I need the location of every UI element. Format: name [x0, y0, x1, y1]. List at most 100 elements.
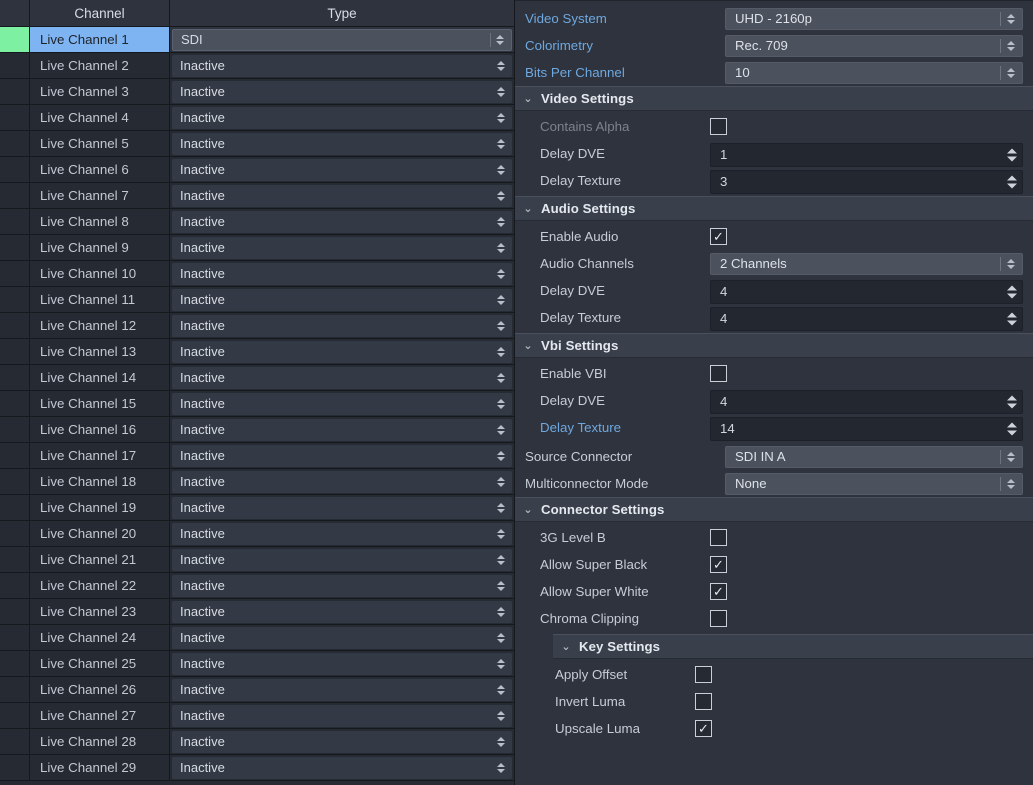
channel-name-cell[interactable]: Live Channel 2	[30, 53, 170, 78]
table-row[interactable]: Live Channel 21 Inactive	[0, 547, 514, 573]
table-row[interactable]: Live Channel 1 SDI	[0, 27, 514, 53]
channel-type-dropdown[interactable]: Inactive	[172, 210, 512, 233]
channel-type-dropdown[interactable]: Inactive	[172, 288, 512, 311]
dropdown-stepper-icon[interactable]	[496, 708, 506, 724]
channel-name-cell[interactable]: Live Channel 25	[30, 651, 170, 676]
table-row[interactable]: Live Channel 8 Inactive	[0, 209, 514, 235]
spinbox-stepper-icon[interactable]	[1007, 422, 1017, 435]
channel-type-dropdown[interactable]: Inactive	[172, 236, 512, 259]
column-header-indicator[interactable]	[0, 0, 30, 26]
table-row[interactable]: Live Channel 3 Inactive	[0, 79, 514, 105]
channel-type-dropdown[interactable]: Inactive	[172, 756, 512, 779]
checkbox-chroma-clipping[interactable]: ✓	[710, 610, 727, 627]
channel-name-cell[interactable]: Live Channel 29	[30, 755, 170, 780]
checkbox-allow-super-black[interactable]: ✓	[710, 556, 727, 573]
table-row[interactable]: Live Channel 11 Inactive	[0, 287, 514, 313]
dropdown-stepper-icon[interactable]	[496, 188, 506, 204]
spinbox-delay-dve[interactable]: 1	[710, 142, 1023, 167]
channel-name-cell[interactable]: Live Channel 15	[30, 391, 170, 416]
column-header-channel[interactable]: Channel	[30, 0, 170, 26]
dropdown-stepper-icon[interactable]	[496, 370, 506, 386]
channel-name-cell[interactable]: Live Channel 17	[30, 443, 170, 468]
channel-name-cell[interactable]: Live Channel 6	[30, 157, 170, 182]
dropdown-stepper-icon[interactable]	[496, 422, 506, 438]
dropdown-stepper-icon[interactable]	[496, 318, 506, 334]
dropdown-stepper-icon[interactable]	[496, 266, 506, 282]
dropdown-stepper-icon[interactable]	[496, 292, 506, 308]
channel-name-cell[interactable]: Live Channel 8	[30, 209, 170, 234]
dropdown-stepper-icon[interactable]	[1006, 11, 1016, 27]
channel-name-cell[interactable]: Live Channel 9	[30, 235, 170, 260]
table-row[interactable]: Live Channel 2 Inactive	[0, 53, 514, 79]
channel-type-dropdown[interactable]: Inactive	[172, 444, 512, 467]
dropdown-stepper-icon[interactable]	[1006, 256, 1016, 272]
channel-name-cell[interactable]: Live Channel 13	[30, 339, 170, 364]
table-row[interactable]: Live Channel 24 Inactive	[0, 625, 514, 651]
dropdown-stepper-icon[interactable]	[496, 760, 506, 776]
table-row[interactable]: Live Channel 20 Inactive	[0, 521, 514, 547]
column-header-type[interactable]: Type	[170, 0, 514, 26]
channel-type-dropdown[interactable]: Inactive	[172, 132, 512, 155]
checkbox-contains-alpha[interactable]: ✓	[710, 118, 727, 135]
channel-type-dropdown[interactable]: Inactive	[172, 730, 512, 753]
channel-type-dropdown[interactable]: Inactive	[172, 626, 512, 649]
table-row[interactable]: Live Channel 27 Inactive	[0, 703, 514, 729]
channel-type-dropdown[interactable]: Inactive	[172, 80, 512, 103]
channel-type-dropdown[interactable]: Inactive	[172, 184, 512, 207]
dropdown-multiconnector-mode[interactable]: None	[725, 472, 1023, 495]
channel-type-dropdown[interactable]: Inactive	[172, 392, 512, 415]
spinbox-delay-texture[interactable]: 14	[710, 416, 1023, 441]
table-row[interactable]: Live Channel 17 Inactive	[0, 443, 514, 469]
dropdown-stepper-icon[interactable]	[496, 578, 506, 594]
spinbox-delay-texture[interactable]: 4	[710, 306, 1023, 331]
spinbox-stepper-icon[interactable]	[1007, 312, 1017, 325]
channel-name-cell[interactable]: Live Channel 12	[30, 313, 170, 338]
channel-type-dropdown[interactable]: Inactive	[172, 496, 512, 519]
table-row[interactable]: Live Channel 4 Inactive	[0, 105, 514, 131]
spinbox-stepper-icon[interactable]	[1007, 148, 1017, 161]
dropdown-stepper-icon[interactable]	[496, 396, 506, 412]
channel-name-cell[interactable]: Live Channel 27	[30, 703, 170, 728]
dropdown-stepper-icon[interactable]	[496, 344, 506, 360]
channel-type-dropdown[interactable]: Inactive	[172, 54, 512, 77]
table-row[interactable]: Live Channel 13 Inactive	[0, 339, 514, 365]
channel-name-cell[interactable]: Live Channel 1	[30, 27, 170, 52]
dropdown-stepper-icon[interactable]	[496, 448, 506, 464]
table-row[interactable]: Live Channel 14 Inactive	[0, 365, 514, 391]
table-row[interactable]: Live Channel 19 Inactive	[0, 495, 514, 521]
table-row[interactable]: Live Channel 23 Inactive	[0, 599, 514, 625]
dropdown-colorimetry[interactable]: Rec. 709	[725, 34, 1023, 57]
channel-name-cell[interactable]: Live Channel 19	[30, 495, 170, 520]
table-row[interactable]: Live Channel 28 Inactive	[0, 729, 514, 755]
dropdown-stepper-icon[interactable]	[496, 552, 506, 568]
dropdown-stepper-icon[interactable]	[496, 682, 506, 698]
channel-name-cell[interactable]: Live Channel 10	[30, 261, 170, 286]
dropdown-stepper-icon[interactable]	[1006, 449, 1016, 465]
dropdown-stepper-icon[interactable]	[495, 32, 505, 48]
table-row[interactable]: Live Channel 7 Inactive	[0, 183, 514, 209]
channel-name-cell[interactable]: Live Channel 23	[30, 599, 170, 624]
channel-type-dropdown[interactable]: SDI	[172, 28, 512, 51]
dropdown-source-connector[interactable]: SDI IN A	[725, 445, 1023, 468]
channel-name-cell[interactable]: Live Channel 20	[30, 521, 170, 546]
checkbox-invert-luma[interactable]: ✓	[695, 693, 712, 710]
channel-type-dropdown[interactable]: Inactive	[172, 600, 512, 623]
channel-name-cell[interactable]: Live Channel 5	[30, 131, 170, 156]
checkbox-apply-offset[interactable]: ✓	[695, 666, 712, 683]
spinbox-delay-dve[interactable]: 4	[710, 279, 1023, 304]
table-row[interactable]: Live Channel 18 Inactive	[0, 469, 514, 495]
channel-type-dropdown[interactable]: Inactive	[172, 574, 512, 597]
table-row[interactable]: Live Channel 15 Inactive	[0, 391, 514, 417]
channel-type-dropdown[interactable]: Inactive	[172, 340, 512, 363]
spinbox-stepper-icon[interactable]	[1007, 285, 1017, 298]
checkbox-3g-level-b[interactable]: ✓	[710, 529, 727, 546]
dropdown-stepper-icon[interactable]	[496, 136, 506, 152]
channel-type-dropdown[interactable]: Inactive	[172, 418, 512, 441]
section-header-key-settings[interactable]: ⌄ Key Settings	[553, 634, 1033, 659]
section-header-video-settings[interactable]: ⌄ Video Settings	[515, 86, 1033, 111]
spinbox-delay-dve[interactable]: 4	[710, 389, 1023, 414]
section-header-connector-settings[interactable]: ⌄ Connector Settings	[515, 497, 1033, 522]
table-row[interactable]: Live Channel 6 Inactive	[0, 157, 514, 183]
dropdown-stepper-icon[interactable]	[496, 214, 506, 230]
channel-name-cell[interactable]: Live Channel 22	[30, 573, 170, 598]
